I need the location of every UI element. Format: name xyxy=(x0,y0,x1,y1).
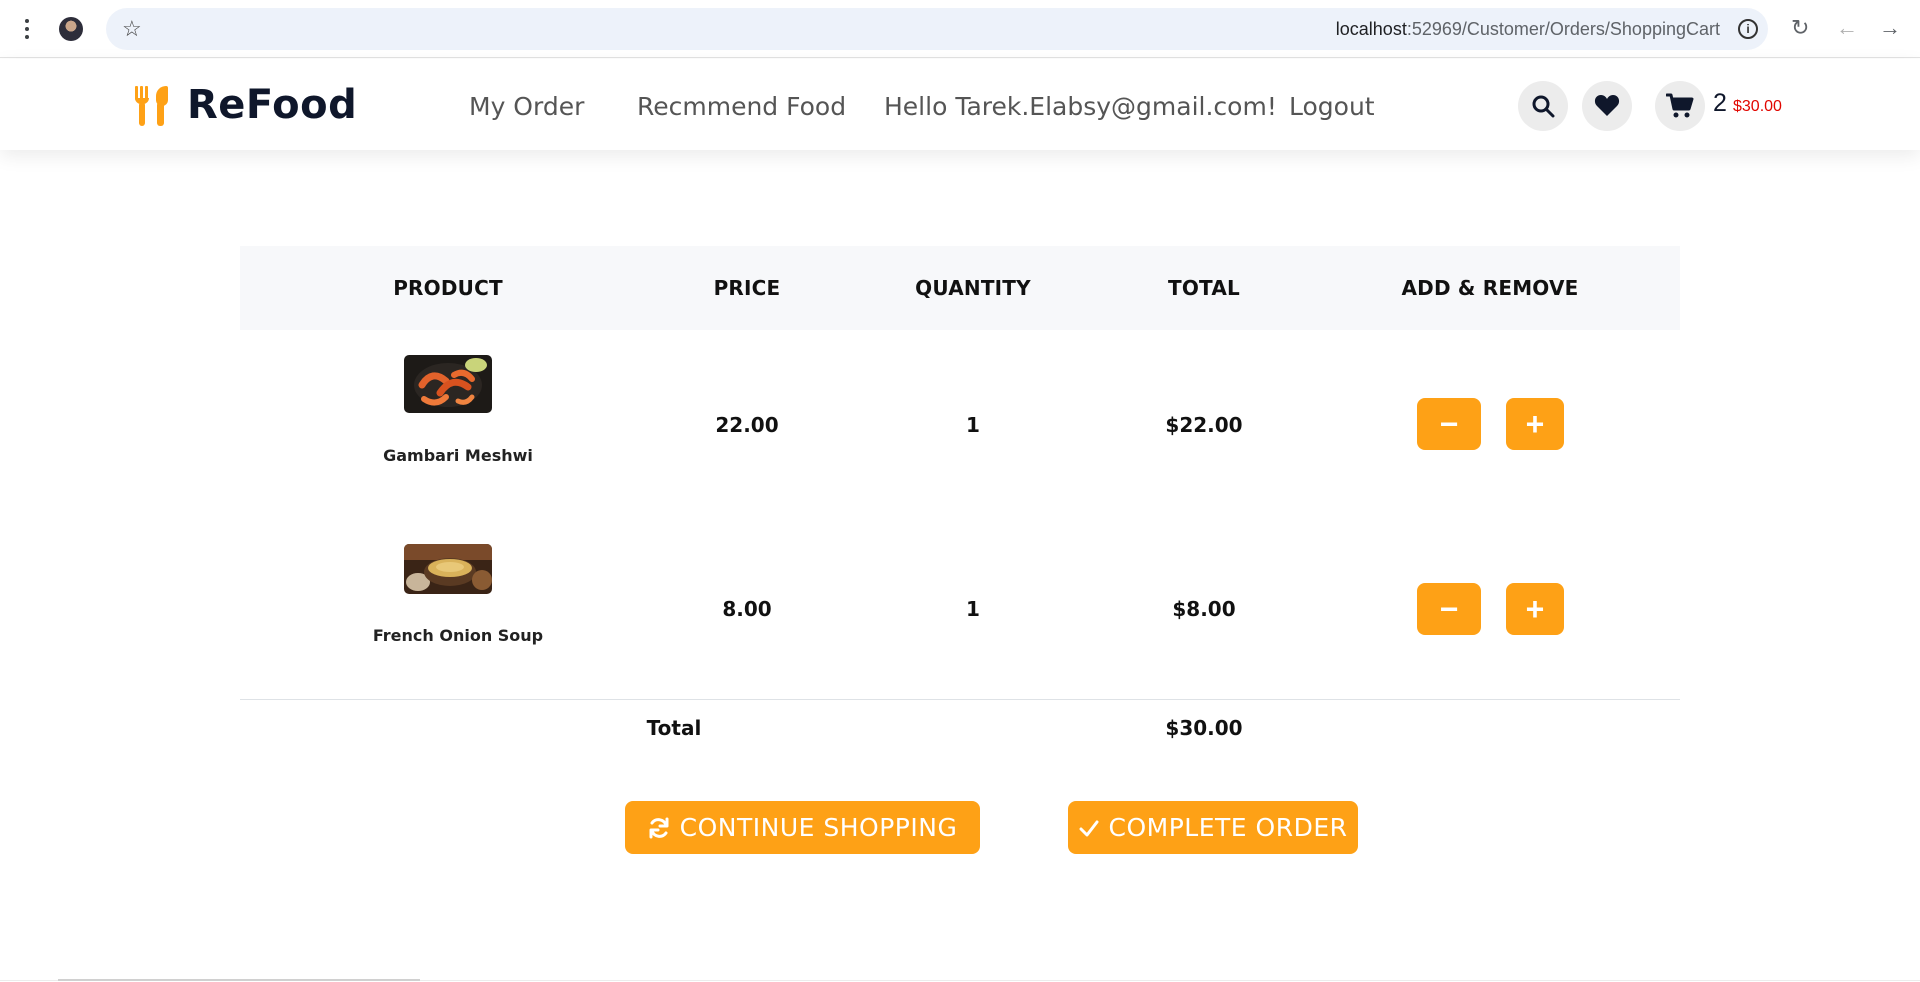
header-product: PRODUCT xyxy=(393,276,503,300)
check-icon xyxy=(1079,820,1098,836)
utensils-icon xyxy=(133,84,173,126)
product-quantity: 1 xyxy=(966,597,980,621)
nav-my-order[interactable]: My Order xyxy=(469,92,584,121)
search-button[interactable] xyxy=(1518,81,1568,131)
nav-user-greeting[interactable]: Hello Tarek.Elabsy@gmail.com! xyxy=(884,92,1277,121)
grand-total: $30.00 xyxy=(1165,716,1243,740)
refresh-icon xyxy=(649,817,669,838)
minus-icon: − xyxy=(1439,591,1459,627)
total-label: Total xyxy=(646,716,702,740)
product-name[interactable]: Gambari Meshwi xyxy=(383,446,533,465)
product-price: 8.00 xyxy=(722,597,772,621)
continue-shopping-label: CONTINUE SHOPPING xyxy=(679,813,958,842)
url-text[interactable]: localhost:52969/Customer/Orders/Shopping… xyxy=(1336,19,1720,40)
table-divider xyxy=(240,699,1680,700)
browser-profile-avatar[interactable] xyxy=(59,17,83,41)
product-quantity: 1 xyxy=(966,413,980,437)
browser-toolbar: ☆ localhost:52969/Customer/Orders/Shoppi… xyxy=(0,0,1920,58)
plus-icon: + xyxy=(1525,406,1545,442)
site-header: ReFood My Order Recmmend Food Hello Tare… xyxy=(0,59,1920,150)
horizontal-scrollbar[interactable] xyxy=(58,979,420,981)
heart-icon xyxy=(1594,95,1620,116)
logo-text: ReFood xyxy=(187,82,358,128)
forward-arrow-icon[interactable]: → xyxy=(1879,14,1901,42)
minus-icon: − xyxy=(1439,406,1459,442)
product-image-gambari-meshwi xyxy=(404,355,492,413)
product-total: $8.00 xyxy=(1172,597,1236,621)
reload-icon[interactable]: ↻ xyxy=(1791,14,1809,42)
product-total: $22.00 xyxy=(1165,413,1243,437)
cart-button[interactable] xyxy=(1655,81,1705,131)
complete-order-label: COMPLETE ORDER xyxy=(1108,813,1348,842)
nav-recommend-food[interactable]: Recmmend Food xyxy=(637,92,846,121)
cart-total[interactable]: $30.00 xyxy=(1733,98,1782,116)
cart-icon xyxy=(1666,93,1694,118)
browser-menu-icon[interactable] xyxy=(18,15,36,43)
complete-order-button[interactable]: COMPLETE ORDER xyxy=(1068,801,1358,854)
table-header: PRODUCT PRICE QUANTITY TOTAL ADD & REMOV… xyxy=(240,246,1680,330)
header-add-remove: ADD & REMOVE xyxy=(1401,276,1579,300)
address-bar[interactable]: ☆ localhost:52969/Customer/Orders/Shoppi… xyxy=(106,8,1768,50)
product-image-french-onion-soup xyxy=(404,544,492,594)
increase-quantity-button[interactable]: + xyxy=(1506,398,1564,450)
plus-icon: + xyxy=(1525,591,1545,627)
cart-count[interactable]: 2 xyxy=(1713,89,1727,118)
header-price: PRICE xyxy=(713,276,781,300)
back-arrow-icon[interactable]: ← xyxy=(1836,14,1858,42)
nav-logout[interactable]: Logout xyxy=(1289,92,1375,121)
increase-quantity-button[interactable]: + xyxy=(1506,583,1564,635)
header-total: TOTAL xyxy=(1168,276,1240,300)
search-icon xyxy=(1532,95,1555,118)
url-path: :52969/Customer/Orders/ShoppingCart xyxy=(1406,19,1720,39)
continue-shopping-button[interactable]: CONTINUE SHOPPING xyxy=(625,801,980,854)
product-name[interactable]: French Onion Soup xyxy=(373,626,543,645)
logo[interactable]: ReFood xyxy=(133,82,358,128)
favorites-button[interactable] xyxy=(1582,81,1632,131)
header-quantity: QUANTITY xyxy=(915,276,1031,300)
decrease-quantity-button[interactable]: − xyxy=(1417,583,1481,635)
product-price: 22.00 xyxy=(715,413,779,437)
site-info-icon[interactable]: i xyxy=(1738,19,1758,39)
decrease-quantity-button[interactable]: − xyxy=(1417,398,1481,450)
url-host: localhost xyxy=(1335,19,1407,39)
bookmark-star-icon[interactable]: ☆ xyxy=(122,16,142,42)
